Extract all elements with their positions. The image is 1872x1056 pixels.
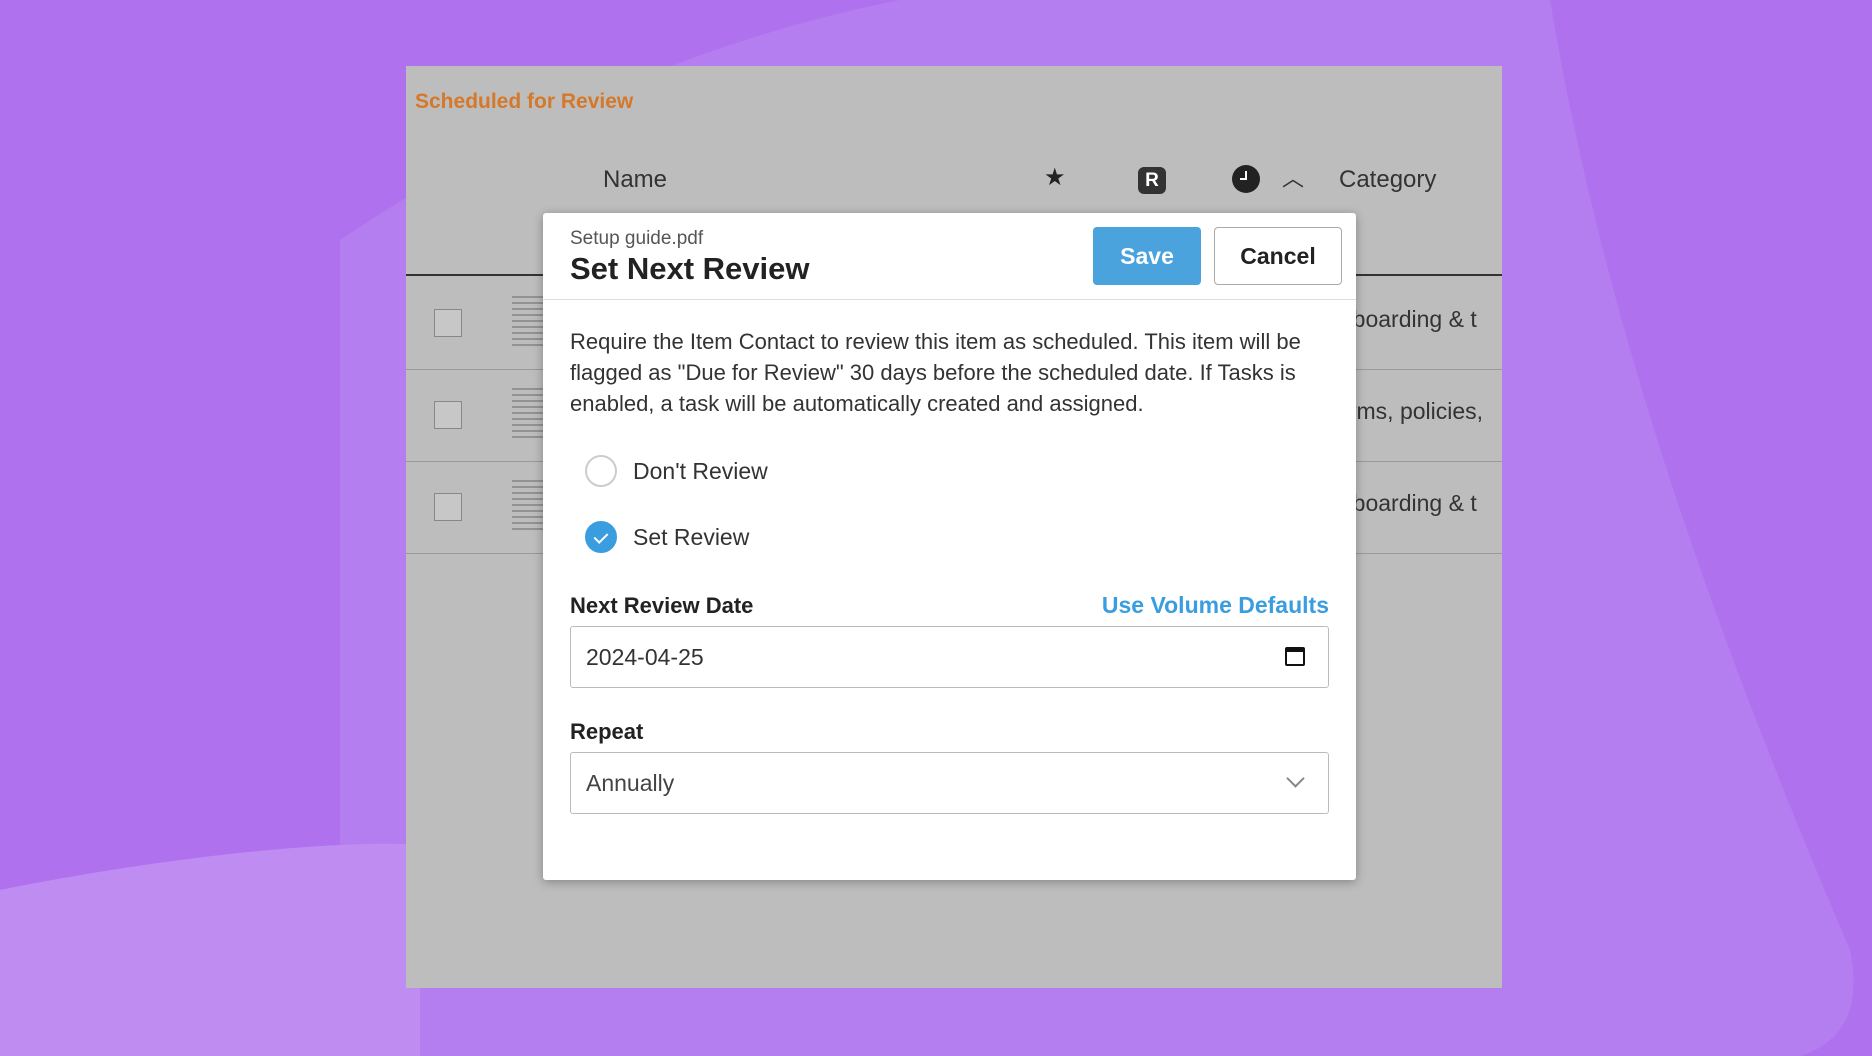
- chevron-up-icon[interactable]: ︿: [1282, 161, 1304, 193]
- radio-option-dont-review[interactable]: Don't Review: [585, 455, 768, 487]
- star-icon[interactable]: ★: [1044, 163, 1066, 192]
- repeat-label: Repeat: [570, 719, 644, 744]
- clock-icon[interactable]: [1232, 165, 1260, 193]
- row-checkbox[interactable]: [434, 309, 462, 337]
- r-badge-icon[interactable]: R: [1138, 167, 1166, 194]
- document-thumbnail: [512, 292, 544, 346]
- set-next-review-dialog: Setup guide.pdf Set Next Review Save Can…: [543, 213, 1356, 880]
- use-volume-defaults-link[interactable]: Use Volume Defaults: [1102, 592, 1329, 619]
- section-title: Scheduled for Review: [415, 90, 634, 113]
- next-review-date-input[interactable]: 2024-04-25: [570, 626, 1329, 688]
- document-thumbnail: [512, 384, 544, 438]
- calendar-icon[interactable]: [1285, 647, 1305, 666]
- cancel-button[interactable]: Cancel: [1214, 227, 1342, 285]
- dialog-title: Set Next Review: [570, 251, 810, 286]
- dialog-description: Require the Item Contact to review this …: [570, 329, 1301, 416]
- radio-label: Don't Review: [633, 457, 768, 484]
- repeat-select[interactable]: Annually: [570, 752, 1329, 814]
- row-checkbox[interactable]: [434, 493, 462, 521]
- chevron-down-icon: [1286, 769, 1305, 788]
- radio-option-set-review[interactable]: Set Review: [585, 521, 749, 553]
- radio-checked-icon[interactable]: [585, 521, 617, 553]
- dialog-file-name: Setup guide.pdf: [570, 228, 704, 249]
- save-button[interactable]: Save: [1093, 227, 1201, 285]
- radio-unchecked[interactable]: [585, 455, 617, 487]
- column-header-category[interactable]: Category: [1339, 166, 1436, 194]
- column-header-name[interactable]: Name: [603, 166, 667, 194]
- date-value: 2024-04-25: [586, 644, 704, 670]
- row-checkbox[interactable]: [434, 401, 462, 429]
- next-review-date-label: Next Review Date: [570, 593, 754, 618]
- document-thumbnail: [512, 476, 544, 530]
- repeat-value: Annually: [586, 770, 675, 796]
- radio-label: Set Review: [633, 523, 750, 550]
- dialog-divider: [543, 299, 1356, 300]
